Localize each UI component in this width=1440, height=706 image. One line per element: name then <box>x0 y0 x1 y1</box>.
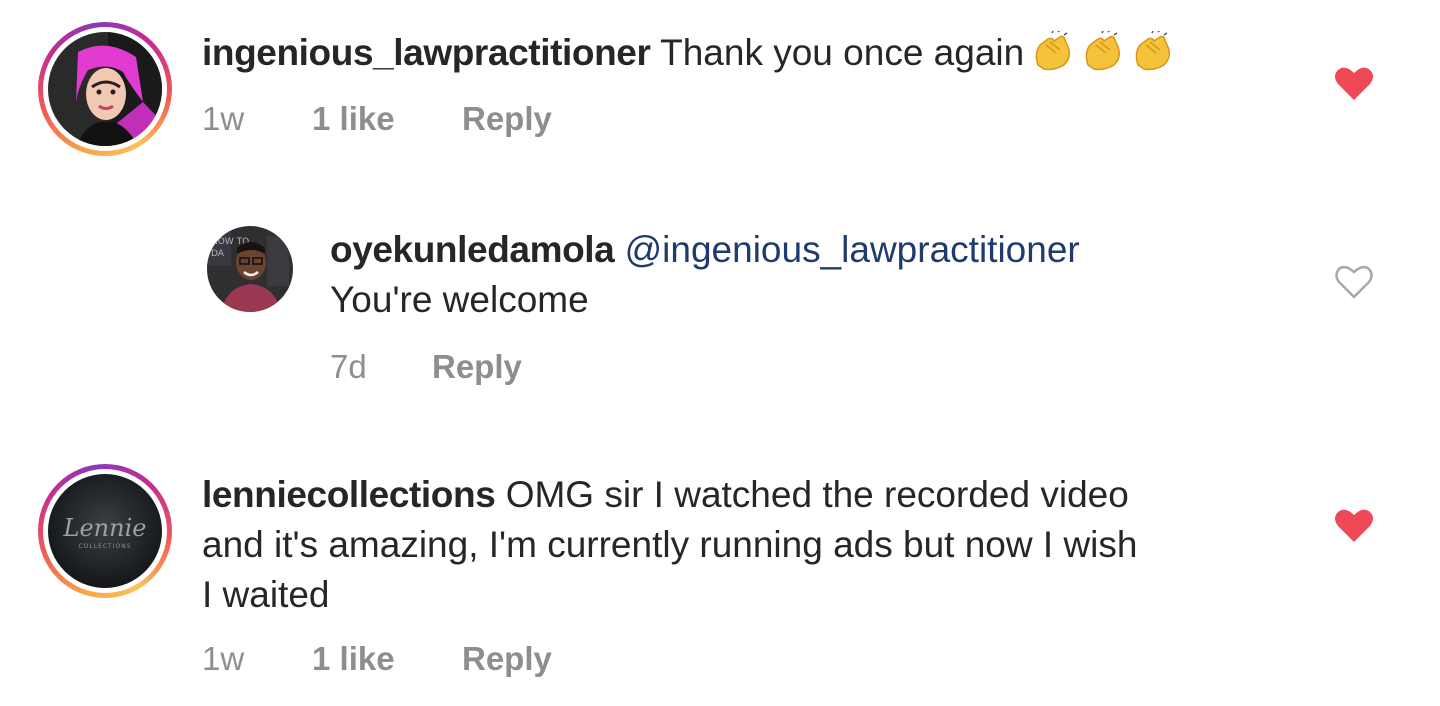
heart-outline-icon[interactable] <box>1334 264 1374 300</box>
clapping-hands-emoji <box>1130 29 1174 84</box>
clapping-hands-emoji <box>1080 29 1124 84</box>
comment-meta: 1w 1 like Reply <box>202 640 552 678</box>
comment-timestamp: 1w <box>202 100 245 137</box>
comment-timestamp: 7d <box>330 348 367 385</box>
comment-text-line: OMG sir I watched the recorded video <box>505 474 1129 515</box>
avatar[interactable]: Lennie COLLECTIONS <box>48 474 162 588</box>
comment-username[interactable]: lenniecollections <box>202 474 496 515</box>
mention-link[interactable]: @ingenious_lawpractitioner <box>625 229 1080 270</box>
avatar[interactable] <box>48 32 162 146</box>
avatar-logo-subtext: COLLECTIONS <box>78 543 131 550</box>
reply-button[interactable]: Reply <box>432 348 522 386</box>
avatar-logo-text: Lennie <box>63 514 147 542</box>
comment-body: oyekunledamola @ingenious_lawpractitione… <box>330 225 1310 325</box>
avatar[interactable]: HOW TO DA <box>207 226 293 312</box>
likes-count[interactable]: 1 like <box>312 640 462 678</box>
comment-text: Thank you once again <box>660 32 1025 73</box>
comment-text-line: and it's amazing, I'm currently running … <box>202 524 1138 565</box>
comment-meta: 7d Reply <box>330 348 522 386</box>
comment-body: lenniecollections OMG sir I watched the … <box>202 470 1312 620</box>
comment-timestamp: 1w <box>202 640 245 677</box>
comment-text-line: I waited <box>202 574 330 615</box>
comment-username[interactable]: oyekunledamola <box>330 229 615 270</box>
reply-button[interactable]: Reply <box>462 640 552 678</box>
comment-meta: 1w 1 like Reply <box>202 100 552 138</box>
comment-text: You're welcome <box>330 279 589 320</box>
likes-count[interactable]: 1 like <box>312 100 462 138</box>
heart-filled-icon[interactable] <box>1334 508 1374 544</box>
reply-button[interactable]: Reply <box>462 100 552 138</box>
clapping-hands-emoji <box>1030 29 1074 84</box>
svg-text:DA: DA <box>211 249 225 259</box>
comment-body: ingenious_lawpractitioner Thank you once… <box>202 28 1174 84</box>
heart-filled-icon[interactable] <box>1334 66 1374 102</box>
comment-username[interactable]: ingenious_lawpractitioner <box>202 32 651 73</box>
